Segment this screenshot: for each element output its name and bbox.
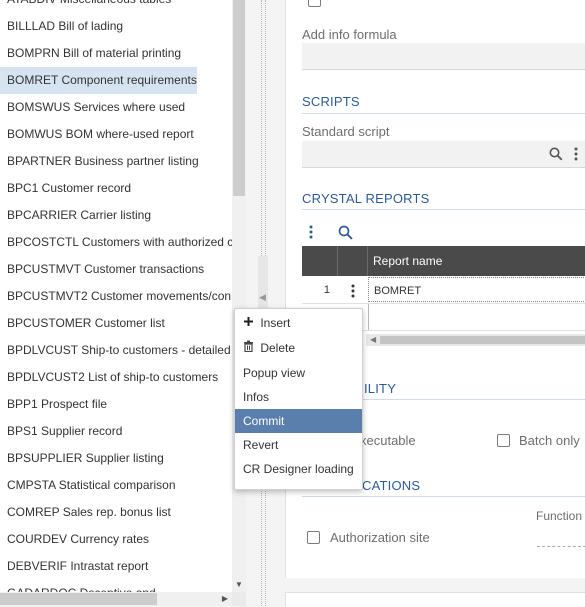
row-action-column-header [338,246,368,276]
scroll-down-arrow-icon[interactable]: ▼ [232,578,246,592]
list-item[interactable]: BOMWUS BOM where-used report [0,121,232,148]
top-checkbox[interactable] [308,0,321,7]
menu-item-cr-designer-loading[interactable]: CR Designer loading [235,457,362,481]
menu-item-delete[interactable]: Delete [235,336,362,360]
scrollbar-thumb[interactable] [380,336,585,344]
more-vertical-icon[interactable] [573,146,579,162]
usability-section-title: ILITY [364,381,397,396]
authorizations-section-title: CATIONS [362,478,421,493]
grid-more-vertical-icon[interactable] [308,224,314,240]
section-divider [302,209,585,210]
scrollbar-thumb[interactable] [233,0,245,196]
list-item[interactable]: COMREP Sales rep. bonus list [0,499,232,526]
list-item[interactable]: BPDLVCUST Ship-to customers - detailed [0,337,232,364]
next-section-card [285,592,585,607]
crystal-reports-section-title: CRYSTAL REPORTS [302,191,430,206]
menu-item-label: Insert [260,316,291,330]
list-item[interactable]: BPCUSTMVT Customer transactions [0,256,232,283]
list-item[interactable]: ATABDIV Miscellaneous tables [0,0,232,13]
menu-item-commit[interactable]: Commit [235,409,362,433]
menu-item-popup-view[interactable]: Popup view [235,361,362,385]
reports-grid-header: Report name [302,246,585,276]
list-item[interactable]: BPCUSTOMER Customer list [0,310,232,337]
plus-icon [243,311,257,335]
report-name-cell[interactable]: BOMRET [368,277,585,302]
report-name-cell[interactable] [368,304,585,330]
list-item[interactable]: BPC1 Customer record [0,175,232,202]
batch-only-checkbox[interactable] [497,434,510,447]
list-item[interactable]: BPDLVCUST2 List of ship-to customers [0,364,232,391]
list-item-selected[interactable]: BOMRET Component requirements [0,67,197,94]
list-item[interactable]: DEBVERIF Intrastat report [0,553,232,580]
collapse-left-arrow-icon[interactable]: ◀ [259,292,266,303]
section-divider [302,113,585,114]
scroll-right-arrow-icon[interactable]: ▶ [218,592,232,606]
list-item[interactable]: COURDEV Currency rates [0,526,232,553]
list-item[interactable]: CMPSTA Statistical comparison [0,472,232,499]
authorization-site-label: Authorization site [330,530,430,545]
authorization-site-checkbox[interactable] [307,531,320,544]
menu-item-infos[interactable]: Infos [235,385,362,409]
list-item[interactable]: BPS1 Supplier record [0,418,232,445]
scrollbar-corner [232,592,246,606]
function-field[interactable] [537,546,585,547]
list-horizontal-scrollbar[interactable]: ▶ [0,592,232,606]
batch-only-label: Batch only [519,433,580,448]
list-item[interactable]: BILLLAD Bill of lading [0,13,232,40]
standard-script-field[interactable] [302,141,585,168]
list-item[interactable]: BPCARRIER Carrier listing [0,202,232,229]
list-item[interactable]: BPARTNER Business partner listing [0,148,232,175]
row-number: 1 [323,284,330,296]
menu-item-label: Delete [260,341,296,355]
row-more-vertical-icon[interactable] [350,283,356,299]
list-item[interactable]: BPCOSTCTL Customers with authorized c [0,229,232,256]
grid-search-icon[interactable] [338,225,354,241]
list-item[interactable]: BPP1 Prospect file [0,391,232,418]
panel-splitter[interactable]: ◀ [246,0,285,606]
list-item[interactable]: BOMPRN Bill of material printing [0,40,232,67]
scroll-left-arrow-icon[interactable]: ◀ [370,334,376,346]
table-row[interactable]: 1 BOMRET [302,277,585,304]
object-list-panel: ATABDIV Miscellaneous tables BILLLAD Bil… [0,0,246,606]
detail-panel: Add info formula SCRIPTS Standard script… [285,0,585,578]
row-number-column-header [302,246,338,276]
list-item[interactable]: BOMSWUS Services where used [0,94,232,121]
menu-item-revert[interactable]: Revert [235,433,362,457]
function-label: Function [536,509,583,523]
trash-icon [243,336,257,360]
list-item[interactable]: BPCUSTMVT2 Customer movements/con [0,283,232,310]
report-name-column-header[interactable]: Report name [373,246,573,276]
grid-horizontal-scrollbar[interactable]: ◀ [366,334,585,346]
search-icon[interactable] [549,147,563,161]
scripts-section-title: SCRIPTS [302,94,360,109]
section-divider [302,496,585,497]
list-item[interactable]: BPSUPPLIER Supplier listing [0,445,232,472]
menu-item-insert[interactable]: Insert [235,311,362,335]
list-vertical-scrollbar[interactable]: ▼ [232,0,246,592]
scrollbar-thumb[interactable] [0,593,157,605]
standard-script-label: Standard script [302,124,390,139]
add-info-formula-field[interactable] [302,43,585,70]
context-menu: Insert Delete Popup view Infos Commit Re… [234,308,363,490]
object-list: ATABDIV Miscellaneous tables BILLLAD Bil… [0,0,232,606]
executable-label: xecutable [360,433,416,448]
add-info-formula-label: Add info formula [302,27,397,42]
